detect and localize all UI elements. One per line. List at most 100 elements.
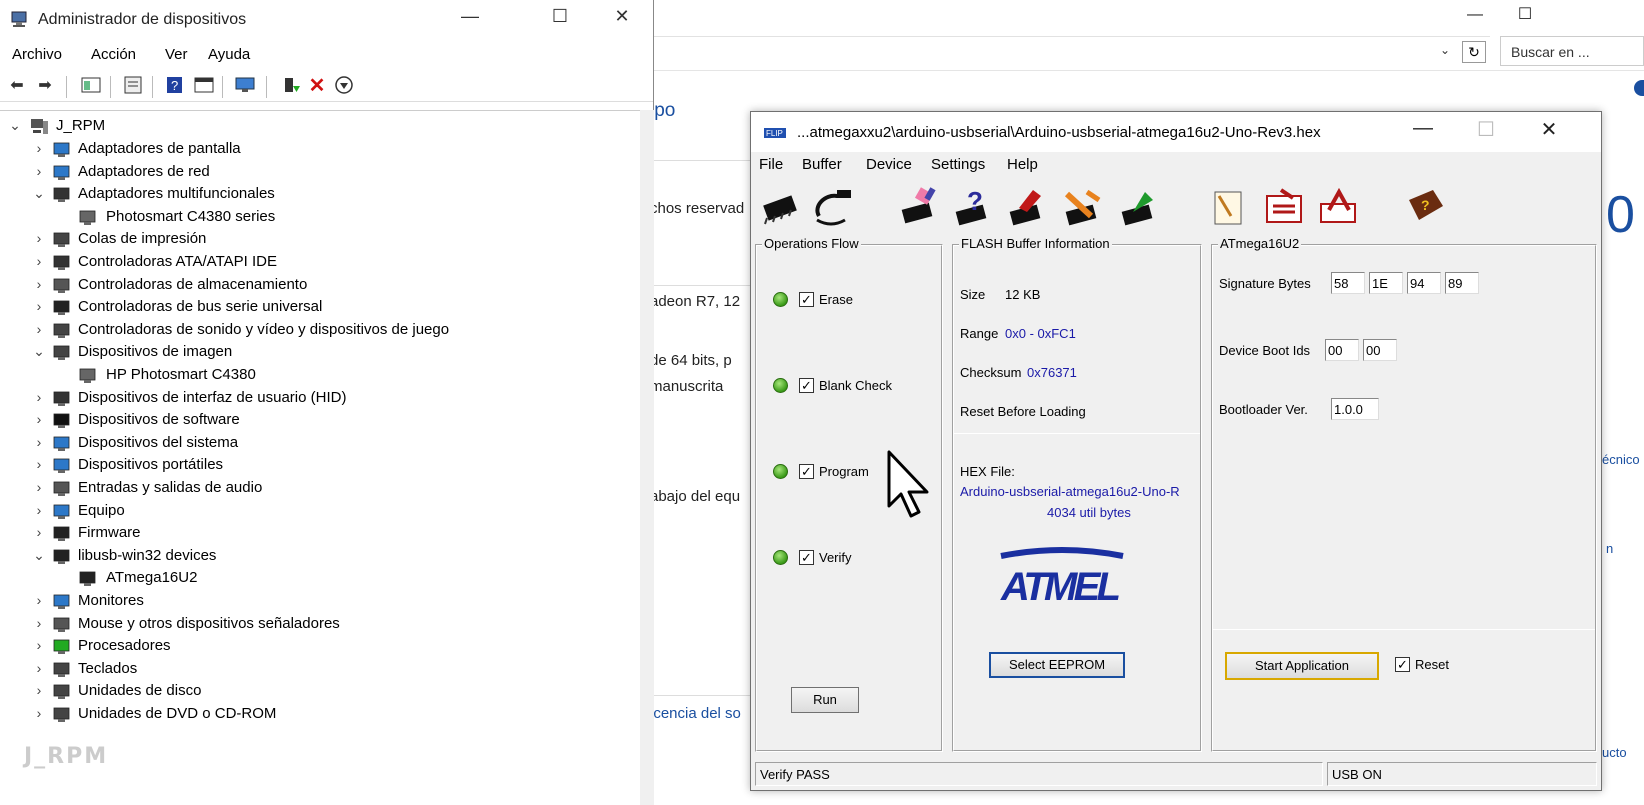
chevron-right-icon[interactable]: › bbox=[32, 682, 46, 698]
maximize-icon[interactable]: ☐ bbox=[1461, 117, 1511, 142]
chevron-right-icon[interactable]: › bbox=[32, 276, 46, 292]
select-device-icon[interactable] bbox=[759, 186, 803, 230]
signature-byte-field[interactable]: 1E bbox=[1369, 272, 1403, 294]
tree-item[interactable]: › Procesadores bbox=[32, 635, 600, 659]
window-icon[interactable] bbox=[193, 76, 215, 96]
forward-icon[interactable]: ➡ bbox=[34, 76, 56, 96]
boot-id-field[interactable]: 00 bbox=[1325, 339, 1359, 361]
minimize-icon[interactable]: — bbox=[445, 6, 495, 27]
tree-item[interactable]: › Controladoras de sonido y vídeo y dispo… bbox=[32, 319, 600, 343]
erase-chip-icon[interactable] bbox=[897, 186, 941, 230]
bg-link[interactable]: ucto bbox=[1602, 745, 1627, 760]
menu-archivo[interactable]: Archivo bbox=[12, 46, 62, 63]
chevron-down-icon[interactable]: ⌄ bbox=[32, 547, 46, 564]
properties-icon[interactable] bbox=[122, 76, 144, 96]
tree-item[interactable]: › Unidades de disco bbox=[32, 680, 600, 704]
chevron-right-icon[interactable]: › bbox=[32, 389, 46, 405]
chevron-right-icon[interactable]: › bbox=[32, 479, 46, 495]
chevron-right-icon[interactable]: › bbox=[32, 434, 46, 450]
minimize-icon[interactable]: — bbox=[1398, 117, 1448, 140]
tree-item[interactable]: › Equipo bbox=[32, 500, 600, 524]
tree-item[interactable]: ATmega16U2 bbox=[56, 567, 600, 591]
tree-item[interactable]: HP Photosmart C4380 bbox=[56, 364, 600, 388]
boot-id-field[interactable]: 00 bbox=[1363, 339, 1397, 361]
chevron-right-icon[interactable]: › bbox=[32, 502, 46, 518]
signature-byte-field[interactable]: 94 bbox=[1407, 272, 1441, 294]
tree-item[interactable]: ⌄ libusb-win32 devices bbox=[32, 545, 600, 569]
tree-item[interactable]: › Dispositivos de interfaz de usuario (HI… bbox=[32, 387, 600, 411]
bg-link[interactable]: n bbox=[1606, 541, 1613, 556]
tree-scrollbar[interactable] bbox=[640, 110, 654, 805]
tree-item[interactable]: ⌄ Dispositivos de imagen bbox=[32, 341, 600, 365]
tree-item[interactable]: › Controladoras de bus serie universal bbox=[32, 296, 600, 320]
maximize-icon[interactable]: ☐ bbox=[535, 6, 585, 27]
step-checkbox[interactable]: ✓ bbox=[799, 464, 814, 479]
chevron-right-icon[interactable]: › bbox=[32, 230, 46, 246]
tree-item[interactable]: › Unidades de DVD o CD-ROM bbox=[32, 703, 600, 727]
chevron-right-icon[interactable]: › bbox=[32, 705, 46, 721]
chevron-down-icon[interactable]: ⌄ bbox=[1440, 43, 1450, 57]
menu-device[interactable]: Device bbox=[866, 156, 912, 173]
chevron-right-icon[interactable]: › bbox=[32, 660, 46, 676]
chevron-down-icon[interactable]: ⌄ bbox=[32, 185, 46, 202]
run-button[interactable]: Run bbox=[791, 687, 859, 713]
start-application-button[interactable]: Start Application bbox=[1225, 652, 1379, 680]
chevron-right-icon[interactable]: › bbox=[32, 637, 46, 653]
chevron-right-icon[interactable]: › bbox=[32, 456, 46, 472]
chevron-right-icon[interactable]: › bbox=[32, 298, 46, 314]
tree-item[interactable]: › Firmware bbox=[32, 522, 600, 546]
signature-byte-field[interactable]: 58 bbox=[1331, 272, 1365, 294]
step-checkbox[interactable]: ✓ bbox=[799, 550, 814, 565]
update-driver-icon[interactable] bbox=[280, 76, 302, 96]
chevron-right-icon[interactable]: › bbox=[32, 615, 46, 631]
download-icon[interactable] bbox=[333, 76, 355, 96]
close-icon[interactable] bbox=[1554, 0, 1604, 32]
tree-item[interactable]: Photosmart C4380 series bbox=[56, 206, 600, 230]
tree-item[interactable]: › Adaptadores de pantalla bbox=[32, 138, 600, 162]
load-hex-file-icon[interactable] bbox=[1207, 186, 1251, 230]
chevron-right-icon[interactable]: › bbox=[32, 321, 46, 337]
tree-item[interactable]: › Dispositivos del sistema bbox=[32, 432, 600, 456]
chevron-right-icon[interactable]: › bbox=[32, 411, 46, 427]
scan-hardware-icon[interactable] bbox=[234, 76, 256, 96]
tree-item[interactable]: › Mouse y otros dispositivos señaladores bbox=[32, 613, 600, 637]
tree-item[interactable]: ⌄ Adaptadores multifuncionales bbox=[32, 183, 600, 207]
help-icon[interactable]: ? bbox=[164, 76, 186, 96]
chevron-down-icon[interactable]: ⌄ bbox=[32, 343, 46, 360]
blank-check-icon[interactable]: ? bbox=[951, 186, 995, 230]
search-input[interactable]: Buscar en ... bbox=[1500, 36, 1644, 66]
menu-accion[interactable]: Acción bbox=[91, 46, 136, 63]
tree-item[interactable]: › Colas de impresión bbox=[32, 228, 600, 252]
upload-buffer-icon[interactable] bbox=[1317, 186, 1361, 230]
chevron-right-icon[interactable]: › bbox=[32, 592, 46, 608]
show-hide-tree-icon[interactable] bbox=[80, 76, 102, 96]
help-book-icon[interactable]: ? bbox=[1403, 186, 1447, 230]
tree-item[interactable]: › Dispositivos de software bbox=[32, 409, 600, 433]
refresh-icon[interactable]: ↻ bbox=[1462, 41, 1486, 63]
chevron-right-icon[interactable]: › bbox=[32, 163, 46, 179]
step-checkbox[interactable]: ✓ bbox=[799, 292, 814, 307]
tree-item[interactable]: › Entradas y salidas de audio bbox=[32, 477, 600, 501]
menu-help[interactable]: Help bbox=[1007, 156, 1038, 173]
uninstall-icon[interactable]: ✕ bbox=[306, 76, 328, 96]
reset-checkbox[interactable]: ✓ bbox=[1395, 657, 1410, 672]
chevron-right-icon[interactable]: › bbox=[32, 253, 46, 269]
tree-root[interactable]: ⌄ J_RPM bbox=[8, 115, 308, 139]
menu-buffer[interactable]: Buffer bbox=[802, 156, 842, 173]
menu-ayuda[interactable]: Ayuda bbox=[208, 46, 250, 63]
address-bar[interactable]: ⌄ ↻ bbox=[650, 36, 1490, 66]
menu-file[interactable]: File bbox=[759, 156, 783, 173]
menu-ver[interactable]: Ver bbox=[165, 46, 188, 63]
read-chip-icon[interactable] bbox=[1117, 186, 1161, 230]
close-icon[interactable]: ✕ bbox=[1524, 117, 1574, 142]
bootloader-version-field[interactable]: 1.0.0 bbox=[1331, 398, 1379, 420]
step-checkbox[interactable]: ✓ bbox=[799, 378, 814, 393]
menu-settings[interactable]: Settings bbox=[931, 156, 985, 173]
edit-buffer-icon[interactable] bbox=[1263, 186, 1307, 230]
tree-item[interactable]: › Adaptadores de red bbox=[32, 161, 600, 185]
verify-chip-icon[interactable] bbox=[1061, 186, 1105, 230]
maximize-icon[interactable]: ☐ bbox=[1500, 0, 1550, 32]
bg-link[interactable]: écnico bbox=[1602, 452, 1640, 467]
chevron-right-icon[interactable]: › bbox=[32, 140, 46, 156]
chevron-right-icon[interactable]: › bbox=[32, 524, 46, 540]
